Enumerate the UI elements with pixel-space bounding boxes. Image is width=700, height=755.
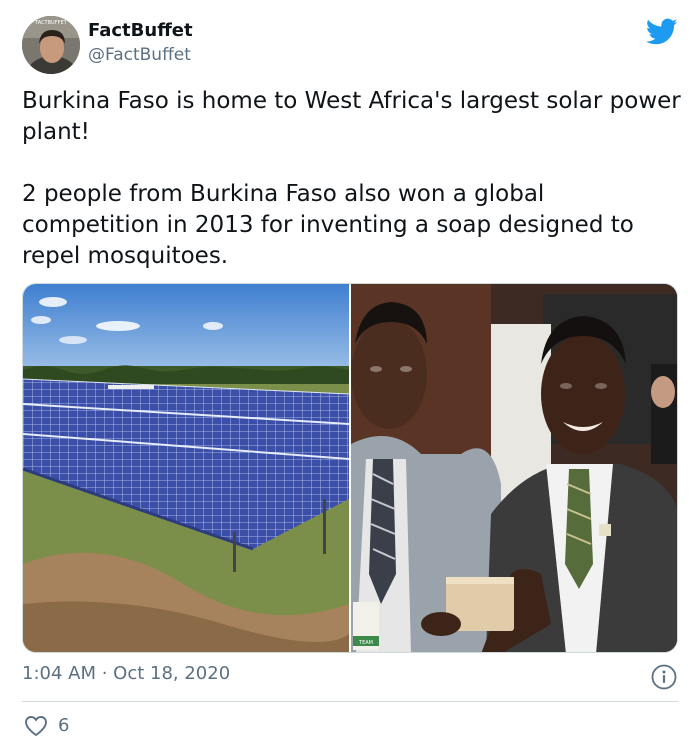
tweet-timestamp[interactable]: 1:04 AM · Oct 18, 2020 — [22, 663, 230, 684]
solar-panel-field-photo[interactable] — [23, 284, 349, 653]
user-handle[interactable]: @FactBuffet — [88, 45, 191, 65]
twitter-bird-icon[interactable] — [646, 18, 678, 46]
tweet-card: FACTBUFFET FactBuffet @FactBuffet Burkin… — [0, 0, 700, 755]
two-men-holding-soap-photo[interactable]: TEAM — [351, 284, 678, 653]
info-icon[interactable] — [651, 664, 677, 690]
divider — [22, 701, 678, 702]
tweet-paragraph: Burkina Faso is home to West Africa's la… — [22, 88, 681, 145]
avatar-badge-text: FACTBUFFET — [35, 20, 67, 26]
heart-icon[interactable] — [24, 715, 48, 737]
display-name[interactable]: FactBuffet — [88, 20, 193, 41]
tweet-text: Burkina Faso is home to West Africa's la… — [22, 86, 682, 272]
team-badge-text: TEAM — [358, 640, 373, 646]
like-count: 6 — [58, 715, 70, 736]
tweet-media[interactable]: TEAM — [22, 283, 678, 653]
tweet-paragraph: 2 people from Burkina Faso also won a gl… — [22, 181, 634, 269]
avatar[interactable]: FACTBUFFET — [22, 16, 80, 74]
avatar-image: FACTBUFFET — [22, 16, 80, 74]
